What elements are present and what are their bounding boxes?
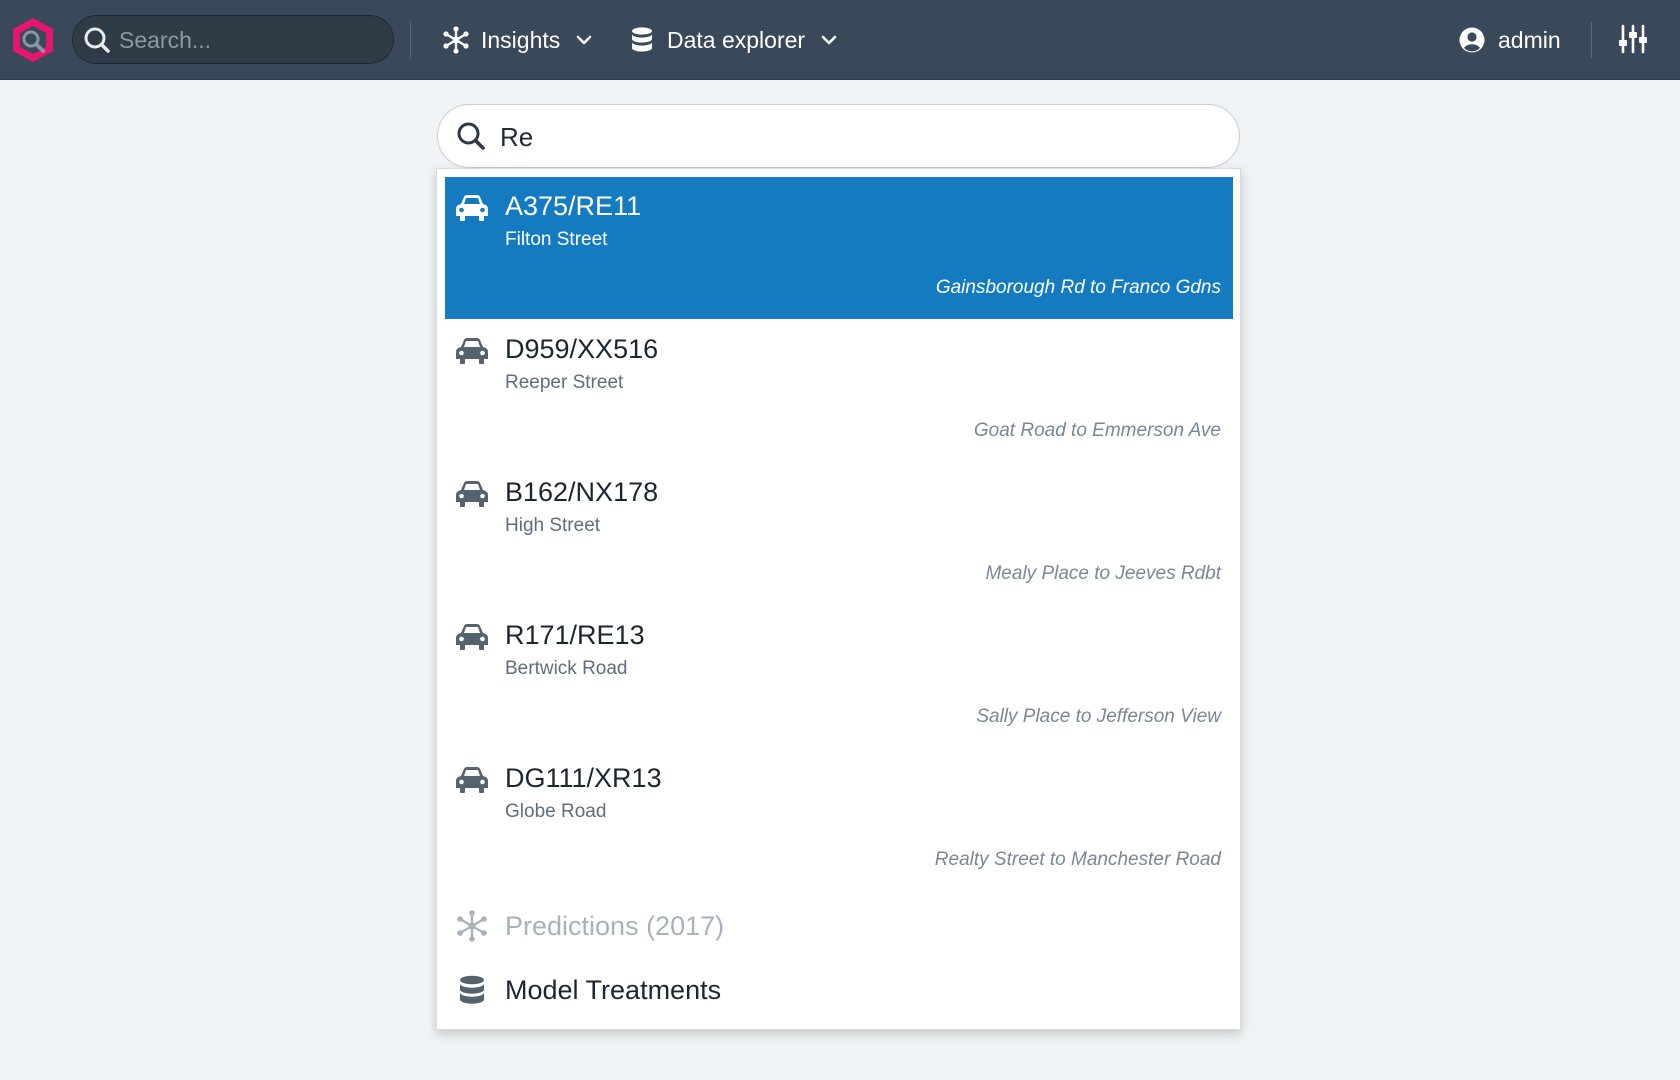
- car-icon: [456, 624, 488, 650]
- navbar-divider: [410, 22, 411, 58]
- chevron-down-icon: [576, 35, 592, 45]
- insights-icon: [443, 26, 469, 54]
- navbar-search[interactable]: [72, 15, 394, 64]
- navbar-divider: [1591, 22, 1592, 58]
- result-street: Globe Road: [505, 801, 607, 822]
- result-range: Mealy Place to Jeeves Rdbt: [985, 563, 1221, 584]
- result-item-model-treatments[interactable]: Model Treatments: [445, 964, 1233, 1016]
- result-title: B162/NX178: [505, 477, 659, 507]
- result-item[interactable]: R171/RE13 Bertwick Road Sally Place to J…: [445, 606, 1233, 748]
- result-item-predictions[interactable]: Predictions (2017): [445, 900, 1233, 952]
- search-icon: [457, 122, 485, 150]
- insights-menu-label: Insights: [481, 26, 561, 53]
- predictions-label: Predictions (2017): [505, 910, 725, 941]
- result-item[interactable]: D959/XX516 Reeper Street Goat Road to Em…: [445, 320, 1233, 462]
- navbar-search-input[interactable]: [119, 24, 379, 56]
- sliders-icon[interactable]: [1618, 23, 1648, 55]
- result-street: Reeper Street: [505, 372, 624, 393]
- result-range: Goat Road to Emmerson Ave: [973, 420, 1221, 441]
- model-treatments-label: Model Treatments: [505, 974, 722, 1005]
- result-range: Realty Street to Manchester Road: [934, 849, 1221, 870]
- result-item[interactable]: B162/NX178 High Street Mealy Place to Je…: [445, 463, 1233, 605]
- search-icon: [84, 27, 110, 53]
- main-search-input[interactable]: [500, 117, 1200, 157]
- database-icon: [632, 27, 652, 52]
- result-item[interactable]: A375/RE11 Filton Street Gainsborough Rd …: [445, 177, 1233, 319]
- car-icon: [456, 481, 488, 507]
- data-explorer-menu-label: Data explorer: [667, 26, 806, 53]
- result-range: Sally Place to Jefferson View: [976, 706, 1221, 727]
- car-icon: [456, 195, 488, 221]
- user-menu[interactable]: admin: [1458, 20, 1561, 60]
- chevron-down-icon: [821, 35, 837, 45]
- insights-menu[interactable]: Insights: [441, 20, 594, 60]
- result-title: R171/RE13: [505, 620, 645, 650]
- car-icon: [456, 767, 488, 793]
- result-street: High Street: [505, 515, 601, 536]
- result-street: Filton Street: [505, 229, 608, 250]
- user-circle-icon: [1459, 27, 1485, 53]
- app-logo-icon[interactable]: [10, 16, 56, 64]
- result-range: Gainsborough Rd to Franco Gdns: [935, 277, 1221, 298]
- database-icon: [460, 975, 484, 1004]
- car-icon: [456, 338, 488, 364]
- result-item[interactable]: DG111/XR13 Globe Road Realty Street to M…: [445, 749, 1233, 891]
- insights-icon: [457, 910, 487, 942]
- main-search[interactable]: [437, 104, 1240, 168]
- result-title: DG111/XR13: [505, 763, 662, 793]
- result-street: Bertwick Road: [505, 658, 628, 679]
- result-title: D959/XX516: [505, 334, 659, 364]
- user-menu-label: admin: [1498, 26, 1561, 53]
- top-navbar: Insights Data explorer admin: [0, 0, 1680, 80]
- data-explorer-menu[interactable]: Data explorer: [627, 20, 839, 60]
- result-title: A375/RE11: [505, 191, 642, 221]
- search-results-dropdown: A375/RE11 Filton Street Gainsborough Rd …: [436, 168, 1241, 1030]
